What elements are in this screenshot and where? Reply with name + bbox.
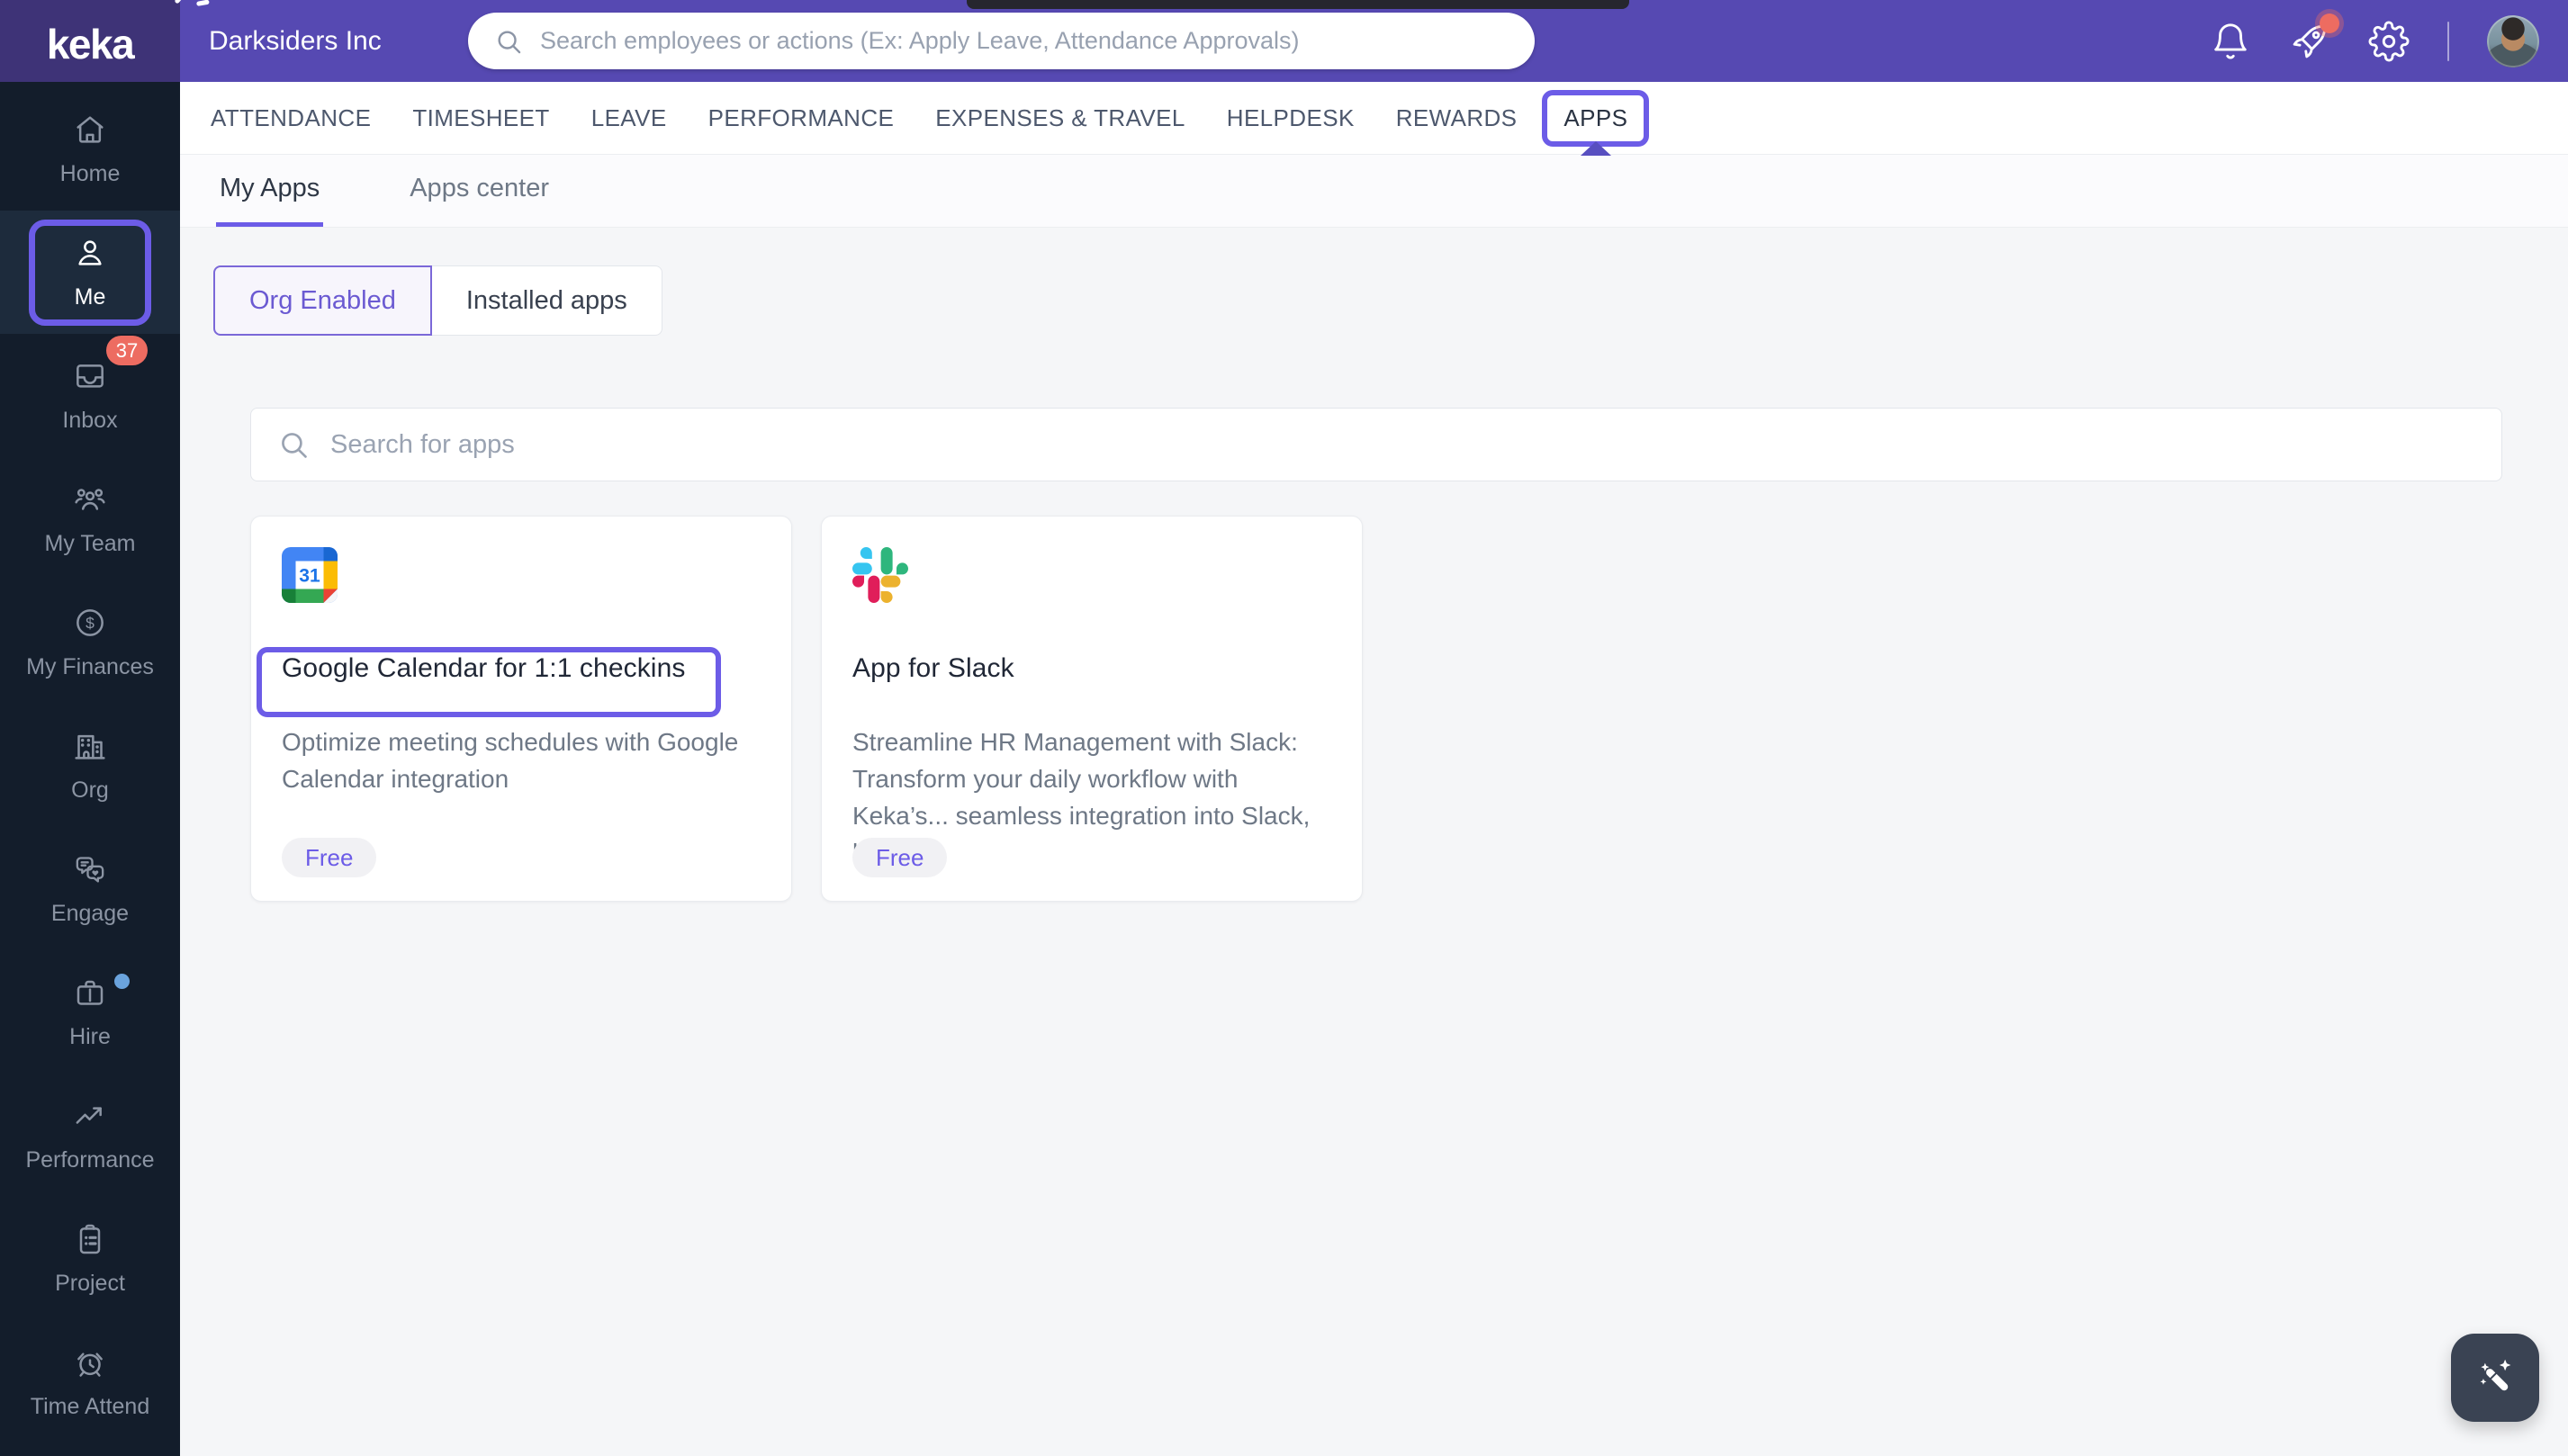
project-clipboard-icon <box>72 1221 108 1257</box>
keka-logo[interactable]: keka <box>0 0 180 82</box>
global-search-input[interactable] <box>540 27 1509 55</box>
inbox-icon <box>72 358 108 394</box>
sidebar-item-label: My Finances <box>26 654 154 680</box>
sidebar-item-home[interactable]: Home <box>0 87 180 211</box>
sidebar-item-org[interactable]: Org <box>0 704 180 827</box>
sidebar-item-label: Home <box>60 161 121 187</box>
apps-filter-segmented: Org Enabled Installed apps <box>213 265 662 336</box>
tab-expenses-travel[interactable]: EXPENSES & TRAVEL <box>935 104 1185 132</box>
org-icon <box>72 728 108 764</box>
price-badge: Free <box>852 838 947 877</box>
apps-search-input[interactable] <box>330 430 2476 460</box>
tab-performance[interactable]: PERFORMANCE <box>708 104 895 132</box>
sidebar-item-label: Time Attend <box>31 1394 149 1420</box>
tab-helpdesk[interactable]: HELPDESK <box>1227 104 1355 132</box>
app-card-google-calendar[interactable]: 31 Google Calendar for 1:1 checkins Opti… <box>250 516 792 902</box>
sidebar-item-inbox[interactable]: 37 Inbox <box>0 334 180 457</box>
sidebar-item-engage[interactable]: Engage <box>0 827 180 950</box>
search-icon <box>493 26 524 57</box>
sidebar-item-me[interactable]: Me <box>0 211 180 334</box>
installed-apps-button[interactable]: Installed apps <box>432 265 662 336</box>
svg-text:$: $ <box>86 614 95 632</box>
company-name: Darksiders Inc <box>209 0 382 82</box>
app-card-slack[interactable]: App for Slack Streamline HR Management w… <box>821 516 1363 902</box>
sidebar: Home Me 37 Inbox My Team $ My Finances O… <box>0 82 180 1456</box>
search-icon <box>276 427 311 462</box>
sidebar-item-hire[interactable]: Hire <box>0 950 180 1074</box>
price-badge: Free <box>282 838 376 877</box>
apps-subnav: My Apps Apps center <box>180 155 2568 228</box>
time-attend-clock-icon <box>72 1344 108 1380</box>
inbox-count-badge: 37 <box>106 336 148 365</box>
user-icon <box>72 235 108 271</box>
topbar: keka Darksiders Inc <box>0 0 2568 82</box>
notifications-bell-icon[interactable] <box>2210 21 2251 62</box>
sidebar-item-label: My Team <box>45 531 136 557</box>
app-card-description: Optimize meeting schedules with Google C… <box>282 724 761 797</box>
team-icon <box>72 481 108 517</box>
home-icon <box>72 112 108 148</box>
apps-search[interactable] <box>250 408 2502 481</box>
keka-logo-text: keka <box>47 20 133 68</box>
rocket-notification-dot <box>2320 13 2339 33</box>
main-nav: ATTENDANCE TIMESHEET LEAVE PERFORMANCE E… <box>180 82 2568 155</box>
tab-attendance[interactable]: ATTENDANCE <box>211 104 371 132</box>
sidebar-item-my-team[interactable]: My Team <box>0 457 180 580</box>
app-card-title: Google Calendar for 1:1 checkins <box>282 653 761 684</box>
sidebar-item-label: Performance <box>25 1147 154 1173</box>
keka-spark-icon <box>171 0 211 9</box>
tab-apps[interactable]: APPS <box>1542 90 1649 147</box>
performance-trend-icon <box>72 1098 108 1134</box>
subtab-my-apps[interactable]: My Apps <box>216 155 323 227</box>
magic-wand-button[interactable] <box>2451 1334 2539 1422</box>
topbar-divider <box>2447 22 2449 61</box>
app-root: keka Darksiders Inc <box>0 0 2568 1456</box>
svg-text:31: 31 <box>299 565 320 586</box>
tab-rewards[interactable]: REWARDS <box>1396 104 1518 132</box>
engage-icon <box>72 851 108 887</box>
screen-overlay-strip <box>967 0 1629 9</box>
finances-icon: $ <box>72 605 108 641</box>
subtab-apps-center[interactable]: Apps center <box>406 155 553 227</box>
app-card-title: App for Slack <box>852 653 1331 684</box>
user-avatar[interactable] <box>2487 15 2539 67</box>
tab-leave[interactable]: LEAVE <box>591 104 667 132</box>
sidebar-item-my-finances[interactable]: $ My Finances <box>0 580 180 704</box>
sidebar-item-label: Org <box>71 777 109 804</box>
sidebar-item-label: Inbox <box>62 408 117 434</box>
sidebar-item-label: Engage <box>51 901 129 927</box>
sidebar-item-label: Me <box>75 284 106 310</box>
magic-wand-icon <box>2469 1352 2521 1404</box>
global-search[interactable] <box>468 13 1535 69</box>
sidebar-item-label: Hire <box>69 1024 111 1050</box>
sidebar-item-performance[interactable]: Performance <box>0 1074 180 1197</box>
sidebar-item-time-attend[interactable]: Time Attend <box>0 1320 180 1443</box>
sidebar-item-label: Project <box>55 1271 125 1297</box>
settings-gear-icon[interactable] <box>2368 21 2410 62</box>
hire-briefcase-icon <box>72 975 108 1011</box>
whats-new-rocket-icon[interactable] <box>2289 21 2330 62</box>
google-calendar-icon: 31 <box>282 547 338 603</box>
topbar-actions <box>2210 0 2539 82</box>
slack-icon <box>852 547 908 603</box>
org-enabled-button[interactable]: Org Enabled <box>213 265 432 336</box>
sidebar-item-project[interactable]: Project <box>0 1197 180 1320</box>
tab-timesheet[interactable]: TIMESHEET <box>412 104 549 132</box>
hire-notification-dot <box>114 974 130 989</box>
